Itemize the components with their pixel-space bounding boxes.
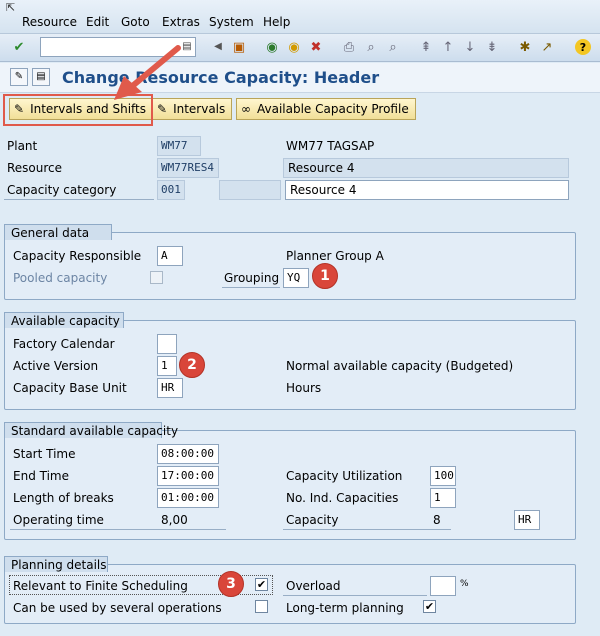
back-nav-icon[interactable]: ◀	[209, 38, 227, 56]
capacity-base-unit-input[interactable]: HR	[157, 378, 183, 398]
first-page-icon[interactable]: ⇞	[417, 38, 435, 56]
length-of-breaks-input[interactable]: 01:00:00	[157, 488, 219, 508]
capacity-base-unit-description: Hours	[286, 381, 322, 395]
ind-capacities-label: No. Ind. Capacities	[286, 491, 399, 505]
help-icon[interactable]: ?	[575, 39, 591, 55]
back-icon[interactable]: ◉	[263, 38, 281, 56]
end-time-label: End Time	[13, 469, 69, 483]
capacity-responsible-label: Capacity Responsible	[13, 249, 142, 263]
capacity-responsible-description: Planner Group A	[286, 249, 384, 263]
factory-calendar-input[interactable]	[157, 334, 177, 354]
capacity-utilization-input[interactable]: 100	[430, 466, 456, 486]
several-operations-label: Can be used by several operations	[13, 601, 222, 615]
cancel-icon[interactable]: ✖	[307, 38, 325, 56]
plant-label: Plant	[7, 139, 38, 153]
finite-scheduling-label: Relevant to Finite Scheduling	[13, 579, 188, 593]
enter-icon[interactable]: ✔	[10, 38, 28, 56]
length-of-breaks-label: Length of breaks	[13, 491, 114, 505]
finite-scheduling-checkbox[interactable]: ✔	[255, 578, 268, 591]
long-term-planning-label: Long-term planning	[286, 601, 404, 615]
menu-goto[interactable]: Goto	[121, 15, 150, 29]
overload-label: Overload	[286, 579, 341, 593]
resource-field: WM77RES4	[157, 158, 219, 178]
last-page-icon[interactable]: ⇟	[483, 38, 501, 56]
display-change-icon[interactable]: ✎	[10, 68, 28, 86]
general-data-group	[4, 232, 576, 300]
grouping-label: Grouping	[224, 271, 280, 285]
save-icon[interactable]: ▣	[230, 38, 248, 56]
pooled-capacity-label: Pooled capacity	[13, 271, 108, 285]
find-icon[interactable]: ⌕	[362, 38, 380, 56]
resource-label: Resource	[7, 161, 63, 175]
active-version-label: Active Version	[13, 359, 99, 373]
glasses-icon: ∞	[241, 102, 251, 116]
capacity-utilization-label: Capacity Utilization	[286, 469, 403, 483]
available-capacity-title: Available capacity	[4, 312, 124, 328]
overload-unit: %	[460, 579, 469, 589]
system-menu-icon[interactable]: ⇱	[6, 1, 15, 14]
plant-field: WM77	[157, 136, 201, 156]
prev-page-icon[interactable]: ↑	[439, 38, 457, 56]
several-operations-checkbox[interactable]	[255, 600, 268, 613]
new-session-icon[interactable]: ✱	[516, 38, 534, 56]
long-term-planning-checkbox[interactable]: ✔	[423, 600, 436, 613]
factory-calendar-label: Factory Calendar	[13, 337, 115, 351]
exit-icon[interactable]: ◉	[285, 38, 303, 56]
overload-input[interactable]	[430, 576, 456, 596]
operating-time-value: 8,00	[161, 513, 188, 527]
capacity-category-description[interactable]: Resource 4	[285, 180, 569, 200]
pencil-icon: ✎	[157, 102, 168, 116]
planning-details-title: Planning details	[4, 556, 108, 572]
capacity-label: Capacity	[286, 513, 339, 527]
next-page-icon[interactable]: ↓	[461, 38, 479, 56]
capacity-responsible-input[interactable]: A	[157, 246, 183, 266]
operating-time-label: Operating time	[13, 513, 104, 527]
start-time-input[interactable]: 08:00:00	[157, 444, 219, 464]
grouping-input[interactable]: YQ	[283, 268, 309, 288]
menu-resource[interactable]: Resource	[22, 15, 77, 29]
plant-description: WM77 TAGSAP	[286, 139, 375, 153]
pooled-capacity-checkbox	[150, 271, 163, 284]
intervals-label: Intervals	[173, 102, 226, 116]
capacity-value: 8	[433, 513, 441, 527]
shortcut-icon[interactable]: ↗	[538, 38, 556, 56]
start-time-label: Start Time	[13, 447, 76, 461]
capacity-unit-field: HR	[514, 510, 540, 530]
menu-extras[interactable]: Extras	[162, 15, 200, 29]
active-version-description: Normal available capacity (Budgeted)	[286, 359, 514, 373]
menu-help[interactable]: Help	[263, 15, 290, 29]
standard-capacity-title: Standard available capacity	[4, 422, 178, 438]
capacity-category-field: 001	[157, 180, 185, 200]
capacity-category-extra-field	[219, 180, 281, 200]
capacity-base-unit-label: Capacity Base Unit	[13, 381, 127, 395]
resource-description: Resource 4	[283, 158, 569, 178]
find-next-icon[interactable]: ⌕	[384, 38, 402, 56]
menu-system[interactable]: System	[209, 15, 254, 29]
available-capacity-profile-label: Available Capacity Profile	[257, 102, 409, 116]
other-object-icon[interactable]: ▤	[32, 68, 50, 86]
ind-capacities-input[interactable]: 1	[430, 488, 456, 508]
capacity-category-underline	[4, 180, 154, 200]
active-version-input[interactable]: 1	[157, 356, 177, 376]
available-capacity-profile-button[interactable]: ∞ Available Capacity Profile	[236, 98, 416, 120]
end-time-input[interactable]: 17:00:00	[157, 466, 219, 486]
annotation-badge-1: 1	[312, 263, 338, 289]
annotation-arrow	[114, 45, 181, 100]
general-data-title: General data	[4, 224, 112, 240]
annotation-badge-2: 2	[179, 352, 205, 378]
print-icon[interactable]: ⎙	[340, 38, 358, 56]
annotation-badge-3: 3	[218, 571, 244, 597]
menu-edit[interactable]: Edit	[86, 15, 109, 29]
